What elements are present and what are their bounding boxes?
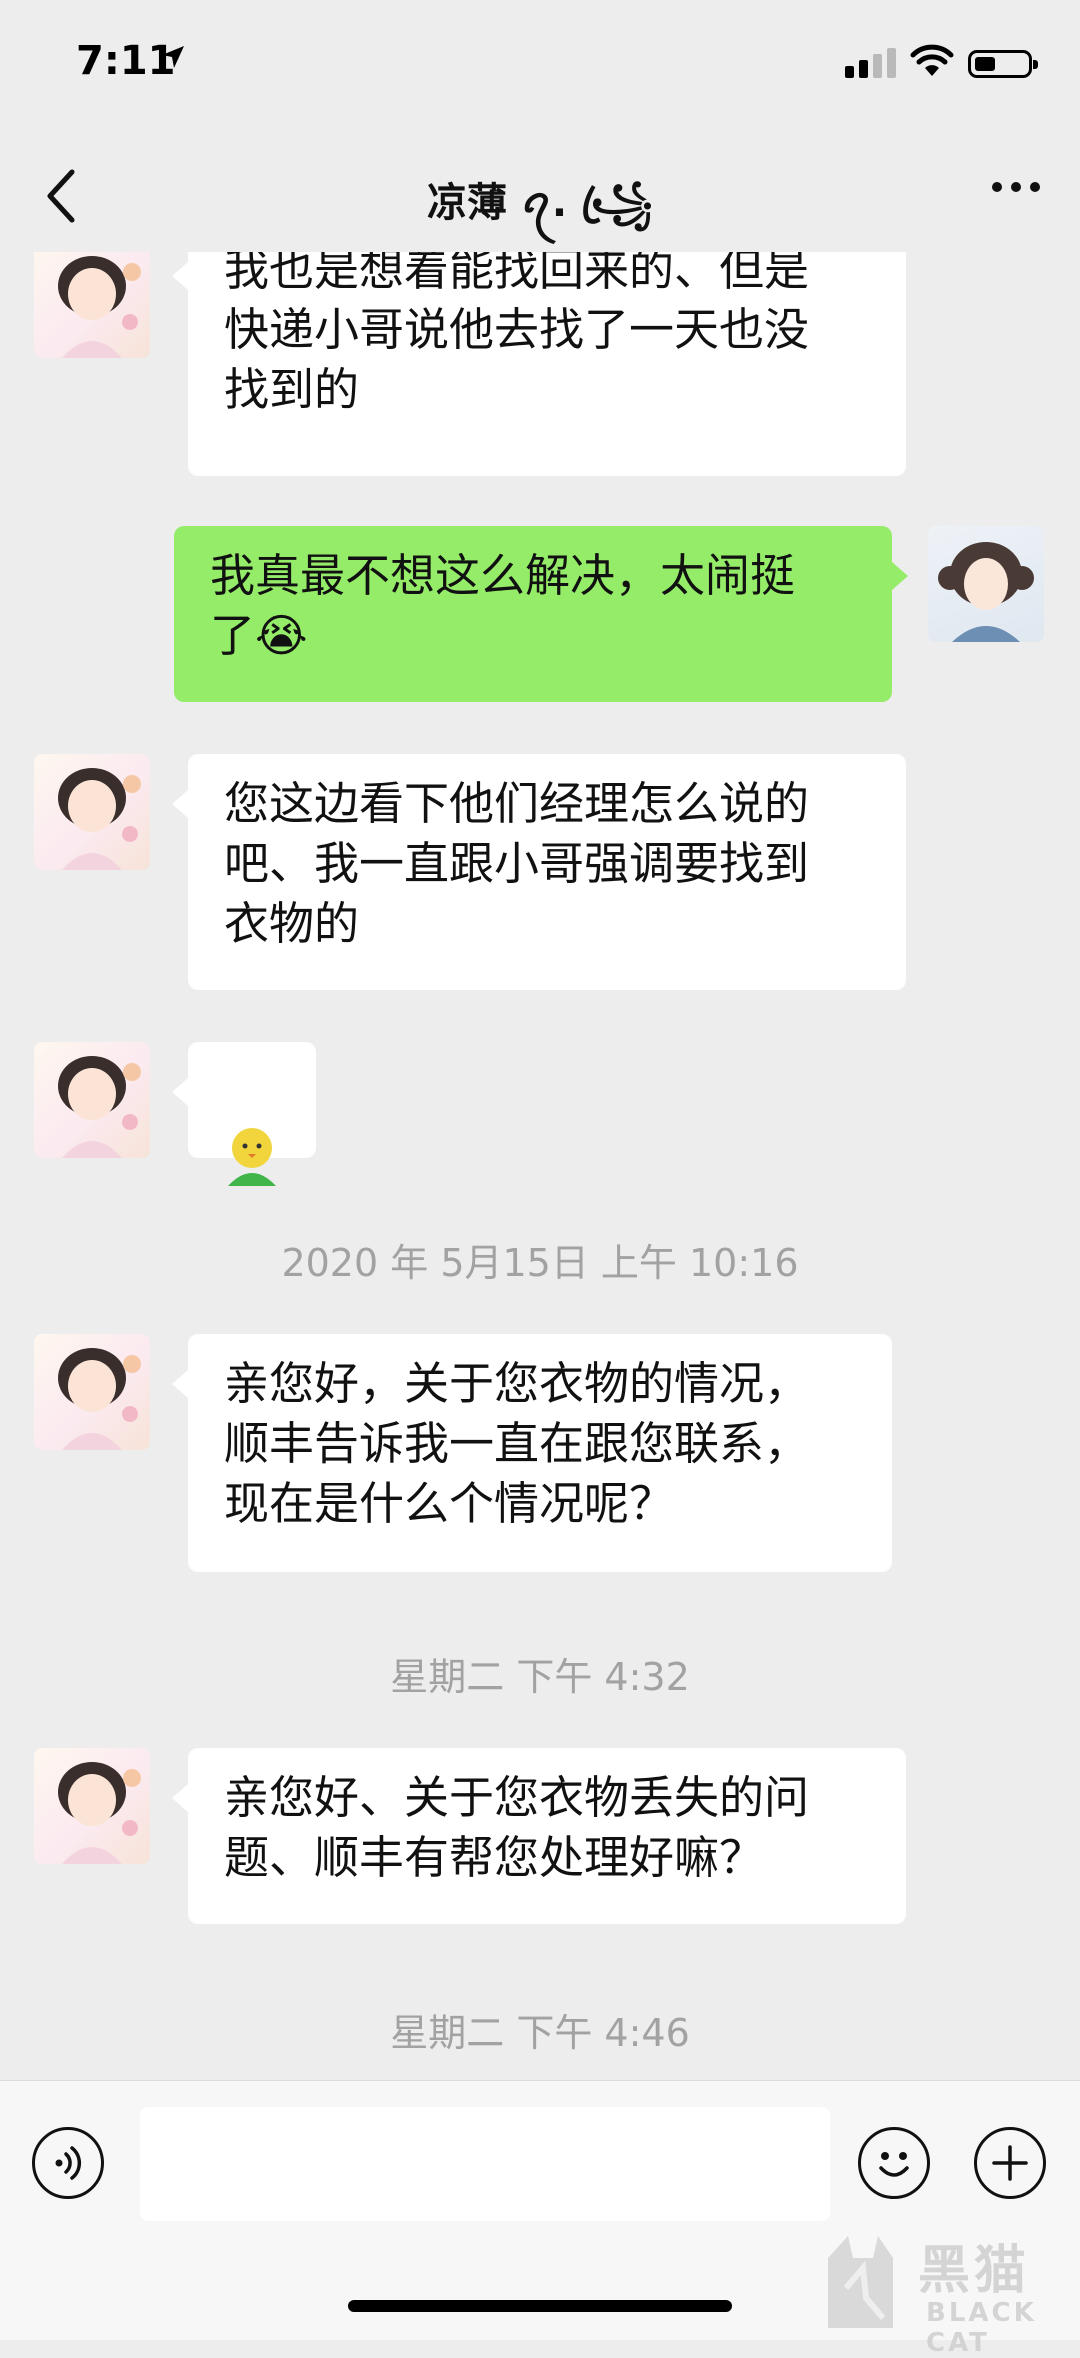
- cat-logo-icon: [828, 2236, 893, 2328]
- cellular-signal-icon: [845, 48, 896, 78]
- watermark-text: 黑猫: [918, 2241, 1031, 2301]
- timestamp: 星期二 下午 4:46: [390, 2011, 690, 2055]
- watermark: 黑猫 BLACK CAT: [808, 2228, 1078, 2358]
- more-options-icon[interactable]: [992, 182, 1040, 192]
- chick-emoji-icon: [228, 1128, 276, 1186]
- contact-avatar[interactable]: [34, 1042, 150, 1158]
- location-arrow-icon: [162, 46, 184, 68]
- contact-avatar[interactable]: [34, 754, 150, 870]
- message-bubble[interactable]: 我也是想着能找回来的、但是 快递小哥说他去找了一天也没 找到的: [188, 252, 906, 476]
- more-functions-button[interactable]: [974, 2127, 1046, 2199]
- timestamp: 2020 年 5月15日 上午 10:16: [281, 1241, 799, 1285]
- contact-avatar[interactable]: [34, 252, 150, 358]
- battery-icon: [968, 50, 1038, 78]
- voice-input-button[interactable]: [32, 2127, 104, 2199]
- sticker-bubble[interactable]: [188, 1042, 316, 1186]
- message-bubble-outgoing[interactable]: 我真最不想这么解决，太闹挺 了😭: [174, 526, 892, 702]
- timestamp: 星期二 下午 4:32: [390, 1655, 690, 1699]
- voice-icon: [55, 2146, 82, 2180]
- message-bubble[interactable]: 您这边看下他们经理怎么说的 吧、我一直跟小哥强调要找到 衣物的: [188, 754, 906, 990]
- contact-avatar[interactable]: [34, 1748, 150, 1864]
- smiley-icon: [879, 2152, 909, 2177]
- watermark-subtext: BLACK CAT: [926, 2298, 1037, 2358]
- emoji-button[interactable]: [858, 2127, 930, 2199]
- wifi-icon: [910, 44, 954, 76]
- contact-avatar[interactable]: [34, 1334, 150, 1450]
- chat-header: 凉薄 ꪖ. ꧁ꦿ: [0, 140, 1080, 252]
- my-avatar[interactable]: [928, 526, 1044, 642]
- home-indicator[interactable]: [348, 2300, 732, 2312]
- chat-title: 凉薄 ꪖ. ꧁ꦿ: [426, 180, 653, 226]
- plus-icon: [992, 2145, 1028, 2181]
- message-bubble[interactable]: 亲您好，关于您衣物的情况， 顺丰告诉我一直在跟您联系， 现在是什么个情况呢？: [188, 1334, 892, 1572]
- message-bubble[interactable]: 亲您好、关于您衣物丢失的问 题、顺丰有帮您处理好嘛？: [188, 1748, 906, 1924]
- message-input[interactable]: [140, 2107, 830, 2221]
- status-bar: 7:11: [0, 0, 1080, 140]
- message-list[interactable]: 我也是想着能找回来的、但是 快递小哥说他去找了一天也没 找到的 我真最不想这么解…: [0, 252, 1080, 2080]
